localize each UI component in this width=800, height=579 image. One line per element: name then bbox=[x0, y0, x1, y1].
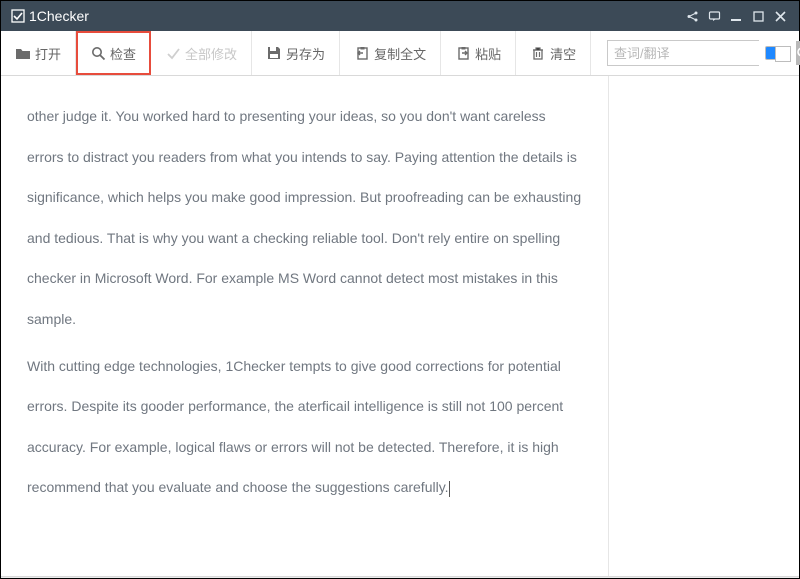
document-paragraph: With cutting edge technologies, 1Checker… bbox=[27, 346, 582, 508]
paste-label: 粘贴 bbox=[475, 44, 501, 63]
share-button[interactable] bbox=[681, 5, 703, 27]
saveas-label: 另存为 bbox=[286, 44, 325, 63]
app-logo: 1Checker bbox=[11, 8, 89, 24]
clipboard-in-icon bbox=[455, 45, 471, 61]
check-label: 检查 bbox=[110, 44, 136, 63]
search-box bbox=[607, 40, 759, 66]
fixall-label: 全部修改 bbox=[185, 44, 237, 63]
mode-toggle[interactable] bbox=[765, 46, 791, 60]
close-button[interactable] bbox=[769, 5, 791, 27]
save-icon bbox=[266, 45, 282, 61]
document-paragraph: other judge it. You worked hard to prese… bbox=[27, 96, 582, 340]
toolbar: 打开 检查 全部修改 另存为 复制全文 粘贴 清空 bbox=[1, 31, 799, 76]
text-cursor bbox=[449, 481, 450, 497]
main-area: other judge it. You worked hard to prese… bbox=[1, 76, 799, 576]
app-title: 1Checker bbox=[29, 8, 89, 24]
paste-button[interactable]: 粘贴 bbox=[441, 31, 516, 75]
folder-icon bbox=[15, 45, 31, 61]
search-icon bbox=[90, 45, 106, 61]
clear-button[interactable]: 清空 bbox=[516, 31, 591, 75]
suggestions-pane bbox=[609, 76, 799, 576]
checkmark-icon bbox=[165, 45, 181, 61]
checkbox-logo-icon bbox=[11, 9, 25, 23]
clear-label: 清空 bbox=[550, 44, 576, 63]
editor-pane: other judge it. You worked hard to prese… bbox=[1, 76, 609, 576]
maximize-button[interactable] bbox=[747, 5, 769, 27]
title-bar: 1Checker bbox=[1, 1, 799, 31]
feedback-button[interactable] bbox=[703, 5, 725, 27]
document-editor[interactable]: other judge it. You worked hard to prese… bbox=[1, 76, 608, 576]
minimize-button[interactable] bbox=[725, 5, 747, 27]
footer-divider bbox=[1, 576, 799, 578]
check-button[interactable]: 检查 bbox=[76, 31, 151, 75]
copyall-label: 复制全文 bbox=[374, 44, 426, 63]
saveas-button[interactable]: 另存为 bbox=[252, 31, 340, 75]
trash-icon bbox=[530, 45, 546, 61]
open-label: 打开 bbox=[35, 44, 61, 63]
clipboard-out-icon bbox=[354, 45, 370, 61]
search-go-button[interactable] bbox=[796, 41, 800, 65]
open-button[interactable]: 打开 bbox=[1, 31, 76, 75]
copyall-button[interactable]: 复制全文 bbox=[340, 31, 441, 75]
fixall-button: 全部修改 bbox=[151, 31, 252, 75]
search-icon bbox=[796, 46, 800, 60]
